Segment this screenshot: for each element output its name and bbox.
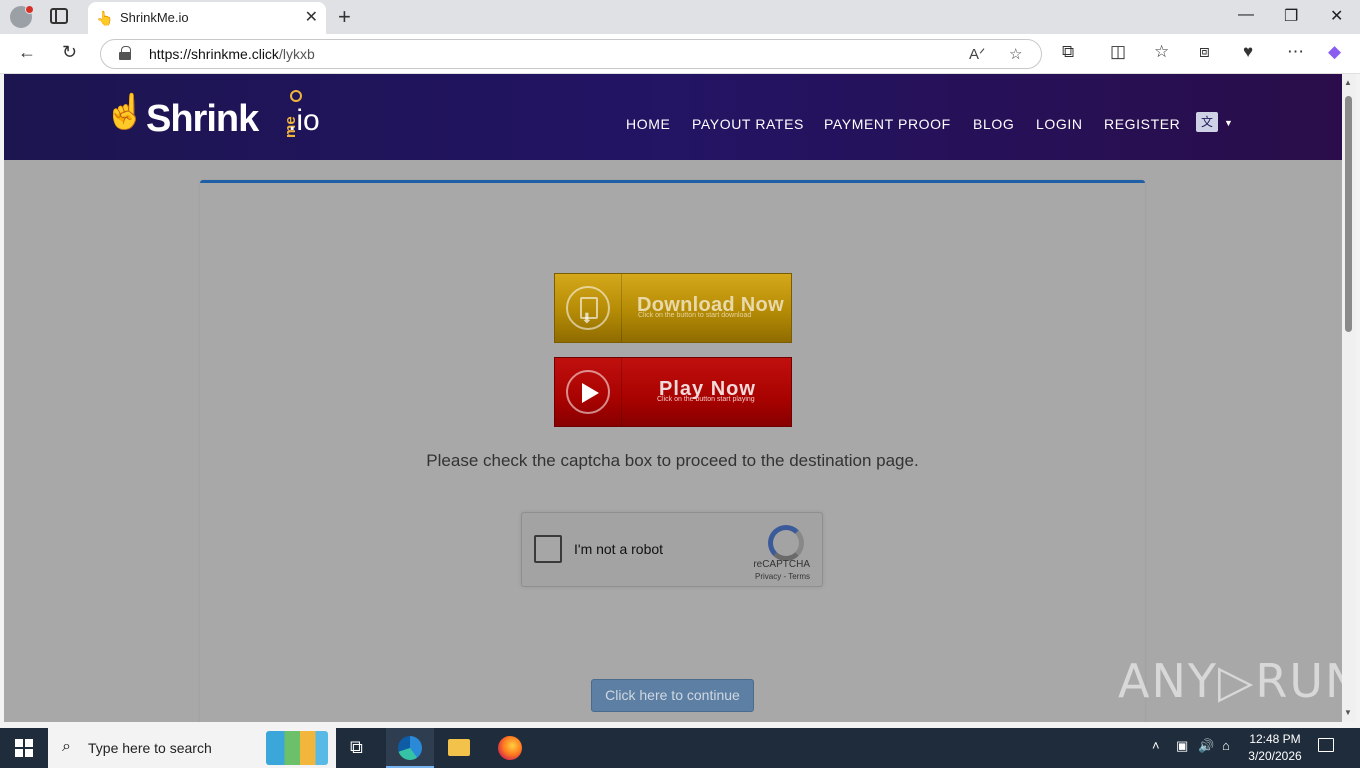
clock-time: 12:48 PM bbox=[1249, 732, 1301, 746]
recaptcha-privacy-terms[interactable]: Privacy - Terms bbox=[522, 572, 822, 581]
logo-ring-icon bbox=[290, 90, 302, 102]
browser-tab-bar: 👆 ShrinkMe.io ✕ + — ❐ ✕ bbox=[0, 0, 1360, 34]
search-icon: ⌕ bbox=[62, 738, 71, 755]
extensions-icon[interactable]: ⧉ bbox=[1062, 42, 1074, 62]
edge-icon bbox=[398, 736, 422, 760]
play-icon bbox=[566, 370, 610, 414]
taskbar-file-explorer[interactable] bbox=[436, 728, 484, 768]
logo-text: Shrink bbox=[146, 98, 259, 140]
favorite-star-icon[interactable]: ☆ bbox=[1009, 45, 1022, 63]
search-highlight-image bbox=[266, 731, 328, 765]
pointing-hand-icon: ☝ bbox=[104, 93, 147, 131]
captcha-notice: Please check the captcha box to proceed … bbox=[426, 451, 919, 470]
copilot-icon[interactable]: ◆ bbox=[1328, 42, 1341, 62]
firefox-icon bbox=[498, 736, 522, 760]
play-now-button[interactable]: Play Now Click on the button start playi… bbox=[554, 357, 792, 427]
browser-essentials-icon[interactable]: ♥ bbox=[1243, 42, 1253, 62]
window-close-icon[interactable]: ✕ bbox=[1330, 6, 1343, 26]
scroll-down-icon[interactable]: ▼ bbox=[1344, 708, 1352, 717]
play-button-subtitle: Click on the button start playing bbox=[657, 396, 755, 403]
tab-favicon-icon: 👆 bbox=[96, 10, 114, 26]
read-aloud-icon[interactable]: Aᐟ bbox=[969, 45, 985, 63]
nav-login[interactable]: LOGIN bbox=[1036, 116, 1083, 132]
tab-close-icon[interactable]: ✕ bbox=[305, 7, 318, 27]
recaptcha-logo-icon bbox=[766, 523, 804, 561]
recaptcha-brand: reCAPTCHA bbox=[753, 559, 810, 570]
recaptcha-widget: I'm not a robot reCAPTCHA Privacy - Term… bbox=[521, 512, 823, 587]
nav-register[interactable]: REGISTER bbox=[1104, 116, 1180, 132]
taskbar-search-box[interactable]: ⌕ Type here to search bbox=[48, 728, 336, 768]
download-button-subtitle: Click on the button to start download bbox=[638, 312, 752, 319]
folder-icon bbox=[448, 739, 470, 756]
tab-actions-icon[interactable] bbox=[50, 8, 68, 24]
continue-button[interactable]: Click here to continue bbox=[591, 679, 754, 712]
recaptcha-label: I'm not a robot bbox=[574, 541, 664, 557]
back-icon[interactable]: ← bbox=[18, 42, 36, 63]
download-file-icon: ⬇ bbox=[566, 286, 610, 330]
address-bar[interactable]: https://shrinkme.click/lykxb Aᐟ ☆ bbox=[100, 39, 1042, 69]
nav-payment-proof[interactable]: PAYMENT PROOF bbox=[824, 116, 951, 132]
taskbar-search-placeholder: Type here to search bbox=[88, 740, 212, 756]
download-now-button[interactable]: ⬇ Download Now Click on the button to st… bbox=[554, 273, 792, 343]
task-view-icon: ⧉ bbox=[350, 737, 363, 757]
scroll-up-icon[interactable]: ▲ bbox=[1344, 78, 1352, 87]
collections-icon[interactable]: ⧈ bbox=[1199, 42, 1210, 62]
profile-avatar[interactable] bbox=[10, 5, 34, 28]
taskbar-firefox[interactable] bbox=[486, 728, 534, 768]
url-text[interactable]: https://shrinkme.click/lykxb bbox=[149, 46, 315, 62]
nav-blog[interactable]: BLOG bbox=[973, 116, 1014, 132]
logo-tld-text: .io bbox=[288, 104, 320, 137]
favorites-icon[interactable]: ☆ bbox=[1154, 42, 1169, 62]
restore-icon[interactable]: ❐ bbox=[1284, 6, 1298, 26]
meet-now-icon[interactable]: ▣ bbox=[1176, 738, 1188, 754]
notification-center-icon[interactable] bbox=[1318, 738, 1334, 752]
content-card: ⬇ Download Now Click on the button to st… bbox=[200, 180, 1145, 722]
nav-home[interactable]: HOME bbox=[626, 116, 670, 132]
refresh-icon[interactable]: ↻ bbox=[62, 42, 77, 63]
new-tab-icon[interactable]: + bbox=[338, 4, 351, 30]
more-menu-icon[interactable]: ⋯ bbox=[1287, 42, 1304, 62]
volume-icon[interactable]: 🔊 bbox=[1198, 738, 1214, 754]
clock-date: 3/20/2026 bbox=[1248, 749, 1302, 763]
tab-title: ShrinkMe.io bbox=[120, 10, 189, 25]
lock-icon[interactable] bbox=[119, 46, 131, 60]
anyrun-watermark: ANY▷RUN bbox=[1118, 654, 1342, 708]
browser-toolbar: ← ↻ https://shrinkme.click/lykxb Aᐟ ☆ ⧉ … bbox=[0, 34, 1360, 74]
taskbar-clock[interactable]: 12:48 PM 3/20/2026 bbox=[1238, 731, 1312, 765]
show-hidden-icons-chevron-icon[interactable]: ˄ bbox=[1152, 738, 1160, 753]
windows-start-icon[interactable] bbox=[15, 739, 33, 757]
web-page: ☝ Shrink me .io HOME PAYOUT RATES PAYMEN… bbox=[4, 74, 1342, 722]
windows-taskbar: ⌕ Type here to search ⧉ ˄ ▣ 🔊 ⌂ 12:48 PM… bbox=[0, 728, 1360, 768]
nav-payout-rates[interactable]: PAYOUT RATES bbox=[692, 116, 804, 132]
browser-tab[interactable]: 👆 ShrinkMe.io ✕ bbox=[88, 2, 326, 34]
task-view-button[interactable]: ⧉ bbox=[336, 728, 384, 768]
caret-down-icon[interactable]: ▼ bbox=[1224, 118, 1233, 128]
network-icon[interactable]: ⌂ bbox=[1222, 738, 1230, 753]
taskbar-edge[interactable] bbox=[386, 728, 434, 768]
minimize-icon[interactable]: — bbox=[1238, 6, 1254, 24]
site-header: ☝ Shrink me .io HOME PAYOUT RATES PAYMEN… bbox=[4, 74, 1342, 160]
page-scrollbar[interactable]: ▲ ▼ bbox=[1342, 74, 1356, 722]
translate-icon[interactable]: 文 bbox=[1196, 112, 1218, 132]
scroll-thumb[interactable] bbox=[1345, 96, 1352, 332]
split-screen-icon[interactable]: ◫ bbox=[1110, 42, 1126, 62]
